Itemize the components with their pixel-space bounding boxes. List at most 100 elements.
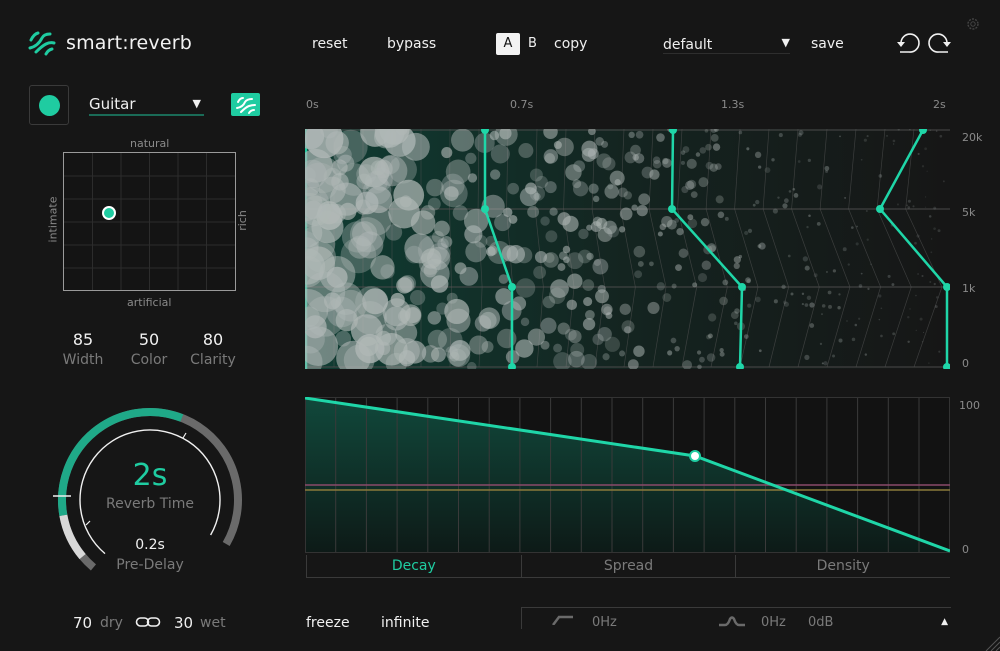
bell-filter-icon[interactable] — [718, 615, 746, 627]
pre-delay-label: Pre-Delay — [116, 557, 184, 573]
xy-handle[interactable] — [102, 205, 117, 220]
chevron-up-icon[interactable]: ▲ — [941, 617, 948, 627]
particle — [592, 258, 609, 275]
particle — [592, 333, 604, 346]
particle — [481, 341, 494, 353]
particle — [619, 350, 626, 357]
particle — [858, 317, 861, 320]
xy-top-label: natural — [130, 137, 170, 150]
curve-handle[interactable] — [876, 205, 884, 213]
link-icon[interactable] — [135, 616, 161, 628]
particle — [885, 134, 889, 137]
redo-icon[interactable] — [926, 30, 952, 56]
particle — [649, 261, 654, 267]
decay-handle[interactable] — [689, 450, 701, 462]
particle — [674, 218, 680, 223]
ab-b-button[interactable]: B — [528, 36, 537, 51]
particle — [778, 133, 783, 138]
particle — [866, 238, 869, 241]
source-dot-icon — [39, 95, 60, 116]
particle — [440, 179, 468, 208]
undo-icon[interactable] — [896, 30, 922, 56]
particle — [329, 282, 363, 315]
bypass-button[interactable]: bypass — [387, 36, 436, 52]
xy-left-label: intimate — [46, 196, 60, 243]
particle — [821, 313, 823, 316]
particle — [380, 264, 395, 279]
curve-handle[interactable] — [668, 205, 676, 213]
particle — [933, 206, 937, 210]
resize-handle[interactable] — [980, 631, 1000, 651]
ab-a-button[interactable]: A — [496, 33, 520, 55]
envelope-display[interactable] — [305, 397, 950, 553]
tab-density[interactable]: Density — [735, 555, 950, 577]
particle — [758, 165, 762, 169]
particle — [777, 196, 780, 199]
envelope-max-label: 100 — [959, 399, 980, 412]
curve-handle[interactable] — [508, 283, 516, 291]
tab-decay[interactable]: Decay — [306, 555, 521, 577]
particle — [607, 225, 620, 238]
particle — [661, 215, 673, 228]
save-button[interactable]: save — [811, 36, 844, 52]
pre-delay-value[interactable]: 0.2s — [110, 537, 190, 553]
particle — [607, 183, 614, 190]
freeze-button[interactable]: freeze — [306, 615, 350, 631]
clarity-label: Clarity — [190, 352, 236, 368]
particle — [719, 348, 724, 353]
particle — [821, 304, 826, 308]
particle — [921, 274, 924, 278]
particle — [839, 135, 841, 138]
particle — [937, 229, 941, 233]
particle — [747, 228, 753, 233]
dry-value[interactable]: 70 — [73, 614, 92, 632]
profile-dropdown[interactable]: Guitar ▼ — [89, 94, 204, 116]
particle — [866, 135, 869, 138]
bell-freq[interactable]: 0Hz — [761, 615, 786, 630]
particle — [686, 158, 697, 169]
preset-dropdown[interactable]: default ▼ — [663, 34, 790, 54]
tab-spread[interactable]: Spread — [520, 555, 736, 577]
particle — [935, 130, 938, 132]
highpass-icon[interactable] — [552, 615, 574, 625]
particle — [939, 134, 943, 138]
particle — [489, 169, 501, 180]
particle — [744, 230, 749, 236]
bell-gain[interactable]: 0dB — [808, 615, 833, 630]
particle — [401, 132, 430, 161]
curve-handle[interactable] — [481, 205, 489, 213]
particle — [832, 354, 836, 358]
learn-button[interactable] — [231, 93, 260, 116]
time-label: 2s — [933, 98, 946, 111]
dry-label: dry — [100, 615, 123, 631]
wet-label: wet — [200, 615, 226, 631]
particle — [930, 251, 933, 254]
xy-pad[interactable] — [63, 152, 236, 291]
freq-label: 0 — [962, 357, 969, 370]
reverb-time-value: 2s — [132, 458, 168, 493]
particle — [562, 215, 579, 232]
particle — [529, 168, 543, 182]
infinite-button[interactable]: infinite — [381, 615, 429, 631]
particle — [914, 241, 917, 245]
clarity-value[interactable]: 80 — [183, 330, 243, 349]
particle — [397, 276, 415, 293]
width-value[interactable]: 85 — [53, 330, 113, 349]
curve-handle[interactable] — [738, 283, 746, 291]
particle — [912, 205, 915, 208]
particle — [459, 267, 479, 286]
particle — [698, 177, 709, 188]
copy-button[interactable]: copy — [554, 36, 587, 52]
gear-icon[interactable] — [966, 17, 980, 31]
highpass-freq[interactable]: 0Hz — [592, 615, 617, 630]
particle — [637, 261, 644, 267]
reset-button[interactable]: reset — [312, 36, 347, 52]
color-value[interactable]: 50 — [119, 330, 179, 349]
wet-value[interactable]: 30 — [174, 614, 193, 632]
particle — [880, 334, 883, 338]
particle — [880, 307, 883, 310]
particle — [715, 195, 724, 204]
source-button[interactable] — [29, 85, 69, 125]
particle — [915, 329, 917, 332]
spectral-display[interactable] — [305, 129, 950, 369]
